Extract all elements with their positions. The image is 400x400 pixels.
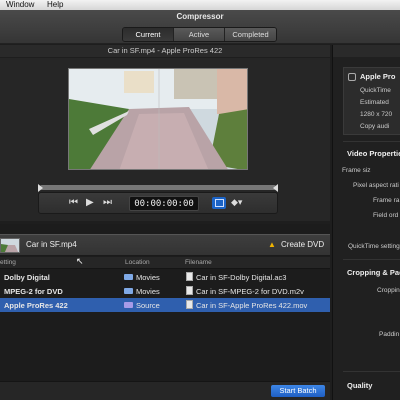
column-setting[interactable]: etting <box>0 259 16 266</box>
table-row[interactable]: Apple ProRes 422 Source Car in SF-Apple … <box>0 298 330 312</box>
in-point-marker[interactable] <box>38 184 43 192</box>
batch-panel: Car in SF.mp4 ▲ Create DVD etting Locati… <box>0 224 330 400</box>
video-frame[interactable] <box>68 68 248 170</box>
row-filename: Car in SF-Apple ProRes 422.mov <box>196 301 308 310</box>
table-row[interactable]: MPEG-2 for DVD Movies Car in SF-MPEG-2 f… <box>0 284 330 298</box>
row-setting: Dolby Digital <box>4 273 50 282</box>
skip-back-icon[interactable]: ⏮ <box>69 198 78 208</box>
menu-help[interactable]: Help <box>47 0 63 10</box>
summary-title: Apple Pro <box>360 72 396 81</box>
summary-estimated: Estimated <box>360 99 389 106</box>
field-order-label: Field ord <box>373 212 399 219</box>
cropping-label: Croppin <box>377 287 400 294</box>
divider <box>343 259 400 260</box>
quicktime-settings-label[interactable]: QuickTime setting <box>348 243 400 250</box>
summary-copy: Copy audi <box>360 123 390 130</box>
divider <box>343 371 400 372</box>
skip-forward-icon[interactable]: ⏭ <box>103 198 112 208</box>
file-icon <box>186 300 193 309</box>
divider <box>343 141 400 142</box>
frame-rate-label: Frame ra <box>373 197 400 204</box>
view-segmented-control: Current Active Completed <box>122 27 277 42</box>
job-thumbnail <box>0 238 20 253</box>
column-location[interactable]: Location <box>125 259 150 266</box>
table-row[interactable]: Dolby Digital Movies Car in SF-Dolby Dig… <box>0 270 330 284</box>
row-filename: Car in SF-Dolby Digital.ac3 <box>196 273 287 282</box>
preview-title: Car in SF.mp4 - Apple ProRes 422 <box>0 45 330 57</box>
inspector-toolbar <box>333 45 400 57</box>
menu-bar: Window Help <box>0 0 400 10</box>
column-headers: etting Location Filename <box>0 257 330 269</box>
row-location: Source <box>136 301 160 310</box>
tab-current[interactable]: Current <box>123 28 174 41</box>
tab-active[interactable]: Active <box>174 28 225 41</box>
video-frame-image <box>69 69 247 169</box>
row-setting: MPEG-2 for DVD <box>4 287 63 296</box>
out-point-marker[interactable] <box>273 184 278 192</box>
job-header[interactable]: Car in SF.mp4 ▲ Create DVD <box>0 234 330 256</box>
title-bar: Compressor Current Active Completed <box>0 10 400 44</box>
pixel-aspect-label: Pixel aspect rati <box>353 182 399 189</box>
transport-controls: ⏮ ▶ ⏭ 00:00:00:00 ◆▾ <box>38 192 278 214</box>
setting-summary: Apple Pro QuickTime Estimated 1280 x 720… <box>343 67 400 135</box>
job-name: Car in SF.mp4 <box>26 240 77 249</box>
timecode-display: 00:00:00:00 <box>129 196 199 211</box>
marker-menu-icon[interactable]: ◆▾ <box>231 197 249 209</box>
summary-resolution: 1280 x 720 <box>360 111 393 118</box>
column-filename[interactable]: Filename <box>185 259 212 266</box>
quality-heading[interactable]: Quality <box>347 381 372 390</box>
file-icon <box>186 272 193 281</box>
row-setting: Apple ProRes 422 <box>4 301 68 310</box>
menu-window[interactable]: Window <box>6 0 34 10</box>
preview-viewer: ⏮ ▶ ⏭ 00:00:00:00 ◆▾ <box>0 58 330 221</box>
row-filename: Car in SF-MPEG-2 for DVD.m2v <box>196 287 304 296</box>
setting-icon <box>348 73 356 81</box>
fit-view-icon[interactable] <box>212 197 226 209</box>
video-properties-heading[interactable]: Video Propertie <box>347 149 400 158</box>
cropping-padding-heading[interactable]: Cropping & Pad <box>347 268 400 277</box>
padding-label: Paddin <box>379 331 400 338</box>
play-icon[interactable]: ▶ <box>86 198 94 208</box>
row-location: Movies <box>136 287 160 296</box>
folder-icon <box>124 288 133 294</box>
app-title: Compressor <box>176 12 224 21</box>
folder-icon <box>124 302 133 308</box>
start-batch-button[interactable]: Start Batch <box>271 385 325 397</box>
mouse-cursor-icon: ↖ <box>76 256 84 266</box>
row-location: Movies <box>136 273 160 282</box>
summary-format: QuickTime <box>360 87 391 94</box>
create-dvd-action[interactable]: Create DVD <box>281 240 324 249</box>
inspector-panel: Apple Pro QuickTime Estimated 1280 x 720… <box>332 45 400 400</box>
folder-icon <box>124 274 133 280</box>
file-icon <box>186 286 193 295</box>
warning-icon: ▲ <box>268 240 276 249</box>
timeline-scrubber[interactable] <box>40 185 276 190</box>
frame-size-label: Frame siz <box>342 167 371 174</box>
tab-completed[interactable]: Completed <box>225 28 276 41</box>
